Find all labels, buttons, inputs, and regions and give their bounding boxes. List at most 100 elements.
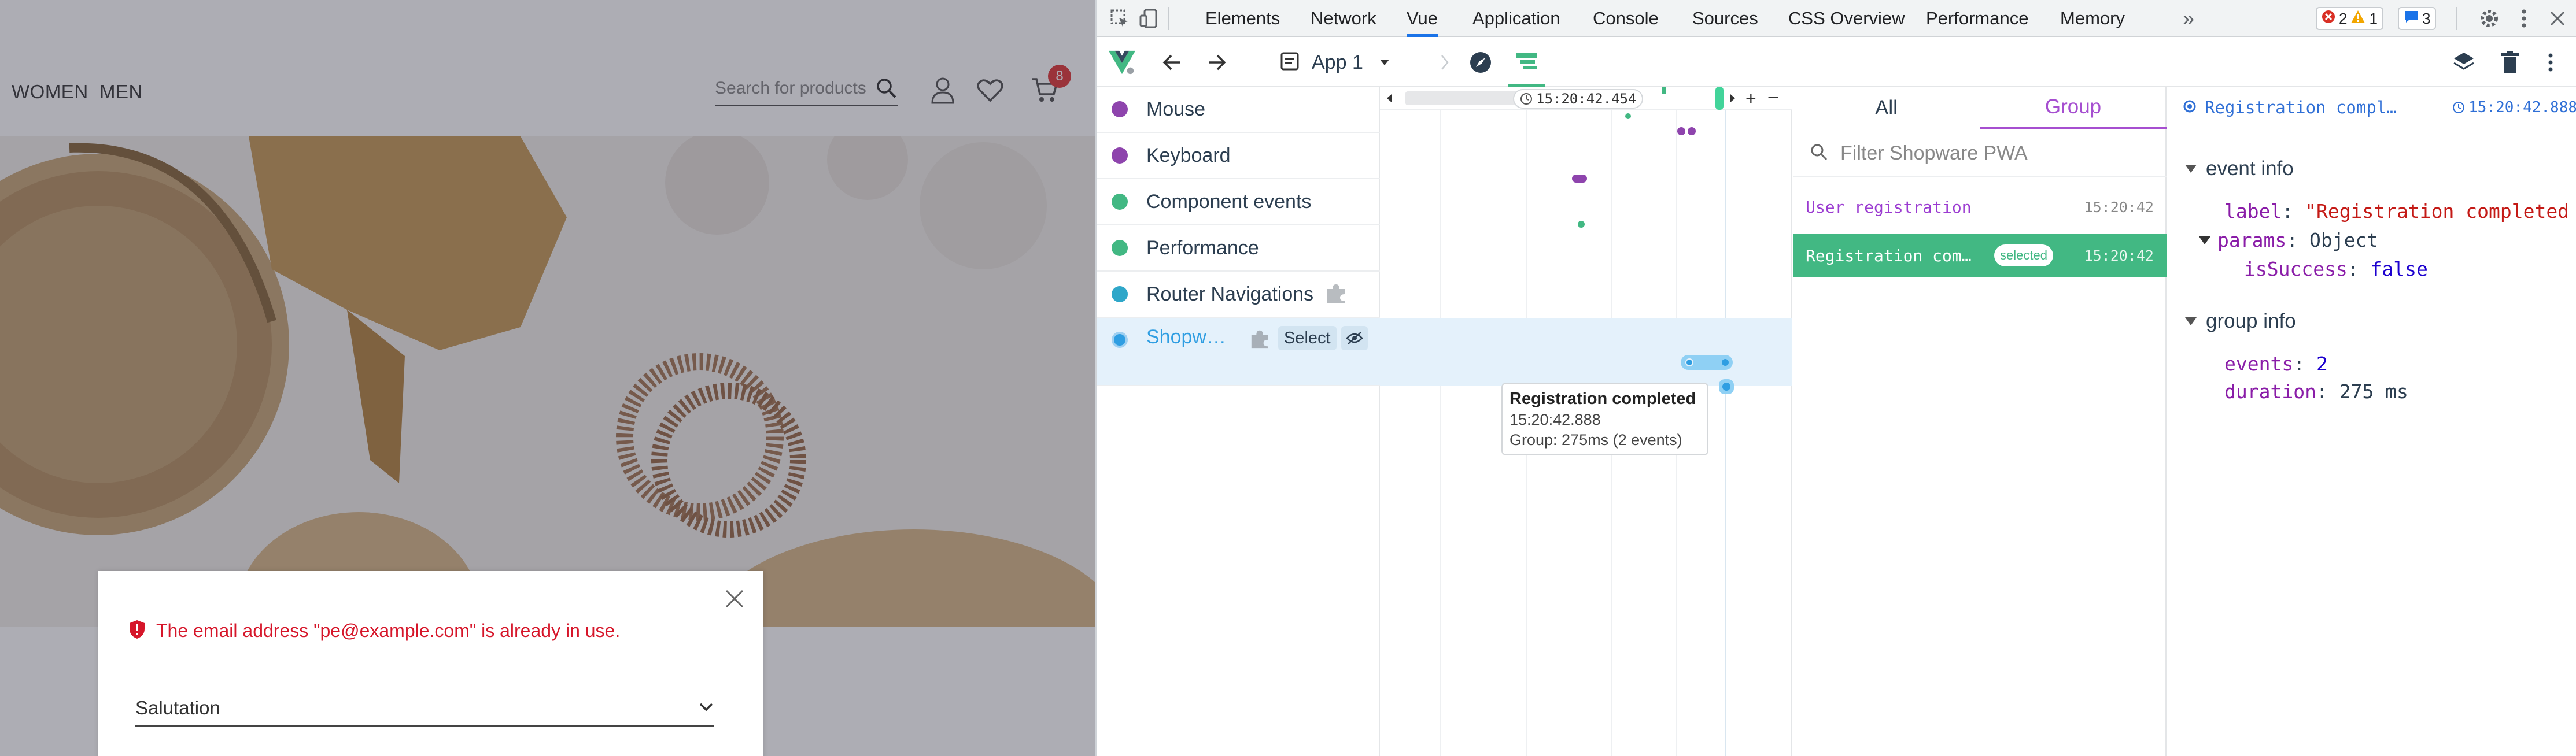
events-filter [1793,131,2167,177]
layer-label: Mouse [1146,98,1206,120]
inspector-header: Registration compl… 15:20:42.888 [2168,87,2576,128]
inspector-time: 15:20:42.888 [2452,99,2576,116]
layer-mouse[interactable]: Mouse [1097,87,1380,133]
event-row-selected[interactable]: Registration com… selected 15:20:42 [1793,234,2167,277]
hide-layer-eye-icon[interactable] [1341,326,1368,350]
event-row[interactable]: User registration 15:20:42 [1793,185,2167,229]
layer-router-navigations[interactable]: Router Navigations [1097,272,1380,318]
close-icon[interactable] [723,587,746,610]
keyboard-event-marker[interactable] [1572,175,1587,183]
more-tabs-button[interactable]: » [2183,0,2194,37]
compass-icon[interactable] [1467,49,1494,76]
messages-counter[interactable]: 3 [2398,7,2437,30]
layer-component-events[interactable]: Component events [1097,179,1380,225]
zoom-in-button[interactable]: + [1745,88,1756,109]
error-shield-icon [128,620,146,642]
plugin-puzzle-icon [1249,328,1270,351]
device-toggle-icon[interactable] [1136,6,1161,31]
layer-color-dot [1112,286,1128,302]
tab-elements[interactable]: Elements [1205,0,1280,37]
tab-vue[interactable]: Vue [1407,0,1438,37]
chevron-down-icon [699,702,714,714]
timeline-graph[interactable]: + − 15:20:42.454 Registration completed … [1380,87,1792,756]
layer-keyboard[interactable]: Keyboard [1097,133,1380,179]
devtools-tabbar: Elements Network Vue Application Console… [1097,0,2576,37]
close-devtools-icon[interactable] [2545,6,2570,31]
zoom-out-button[interactable]: − [1767,87,1779,109]
component-event-marker[interactable] [1578,221,1585,228]
tooltip-title: Registration completed [1510,390,1696,408]
search-icon [1810,143,1828,163]
error-count: 2 [2339,9,2348,27]
events-list-panel: All Group User registration 15:20:42 Reg… [1793,87,2167,756]
shop-page: WOMEN MEN 8 [0,0,1095,756]
section-heading: event info [2206,157,2294,180]
vue-logo-icon [1108,49,1136,76]
tab-console[interactable]: Console [1593,0,1659,37]
layer-shopware[interactable]: Shopw… Select [1097,318,1380,386]
vue-toolbar: App 1 [1097,38,2576,87]
timeline-icon[interactable] [1508,49,1545,87]
salutation-select[interactable]: Salutation [135,690,714,727]
tab-sources[interactable]: Sources [1692,0,1758,37]
warning-count: 1 [2369,9,2378,27]
event-info-section-toggle[interactable]: event info [2185,157,2294,180]
select-layer-button[interactable]: Select [1278,326,1337,350]
warning-icon [2350,10,2365,28]
tab-performance[interactable]: Performance [1926,0,2028,37]
event-time: 15:20:42 [2084,198,2154,216]
event-name: Registration com… [1806,246,1972,265]
layer-label: Shopw… [1146,326,1226,348]
layer-performance[interactable]: Performance [1097,225,1380,272]
cursor-time-text: 15:20:42.454 [1536,91,1637,107]
issues-counter[interactable]: 2 1 [2316,7,2383,30]
inspector-title: Registration compl… [2205,98,2397,117]
shopware-event-marker[interactable] [1722,383,1730,391]
mouse-event-marker[interactable] [1688,127,1696,135]
layer-color-dot [1112,147,1128,164]
layer-label: Component events [1146,190,1312,213]
app-label: App 1 [1312,51,1363,73]
clear-timeline-icon[interactable] [2496,49,2524,76]
timeline-layers: Mouse Keyboard Component events Performa… [1097,87,1380,756]
inspect-element-icon[interactable] [1107,6,1132,31]
app-selector[interactable]: App 1 [1280,50,1390,75]
app-window-icon [1280,52,1299,73]
tab-css-overview[interactable]: CSS Overview [1788,0,1905,37]
message-count: 3 [2422,9,2431,27]
tab-application[interactable]: Application [1472,0,1560,37]
layer-color-dot [1112,194,1128,210]
layer-label: Router Navigations [1146,283,1314,305]
forward-arrow-icon[interactable] [1203,49,1231,76]
performance-event-marker[interactable] [1625,113,1631,119]
event-name: User registration [1806,197,1972,217]
layer-color-dot [1112,332,1128,348]
event-dot-icon [2183,99,2197,116]
prop-params[interactable]: params: Object [2199,229,2378,251]
scroll-right-icon[interactable] [1729,94,1736,105]
back-arrow-icon[interactable] [1158,49,1186,76]
error-icon [2322,10,2335,28]
prop-events: events: 2 [2224,353,2328,375]
clock-icon [2453,102,2465,113]
tab-network[interactable]: Network [1311,0,1376,37]
timeline-handle[interactable] [1715,87,1724,110]
timeline-cursor-time: 15:20:42.454 [1513,89,1644,109]
shopware-event-marker[interactable] [1685,358,1693,366]
more-options-icon[interactable] [2537,49,2564,76]
tab-group-events[interactable]: Group [1980,87,2167,129]
layers-icon[interactable] [2450,49,2478,76]
message-icon [2404,10,2419,28]
more-options-icon[interactable] [2511,6,2537,31]
expand-triangle-icon [2185,317,2197,325]
tab-memory[interactable]: Memory [2060,0,2125,37]
events-filter-input[interactable] [1840,142,2164,165]
scroll-left-icon[interactable] [1386,94,1393,105]
tab-all-events[interactable]: All [1793,87,1980,129]
group-info-section-toggle[interactable]: group info [2185,310,2296,333]
event-inspector: Registration compl… 15:20:42.888 event i… [2168,87,2576,756]
settings-gear-icon[interactable] [2477,6,2502,31]
shopware-event-marker[interactable] [1720,357,1730,368]
mouse-event-marker[interactable] [1677,127,1685,135]
divider [1168,7,1169,30]
